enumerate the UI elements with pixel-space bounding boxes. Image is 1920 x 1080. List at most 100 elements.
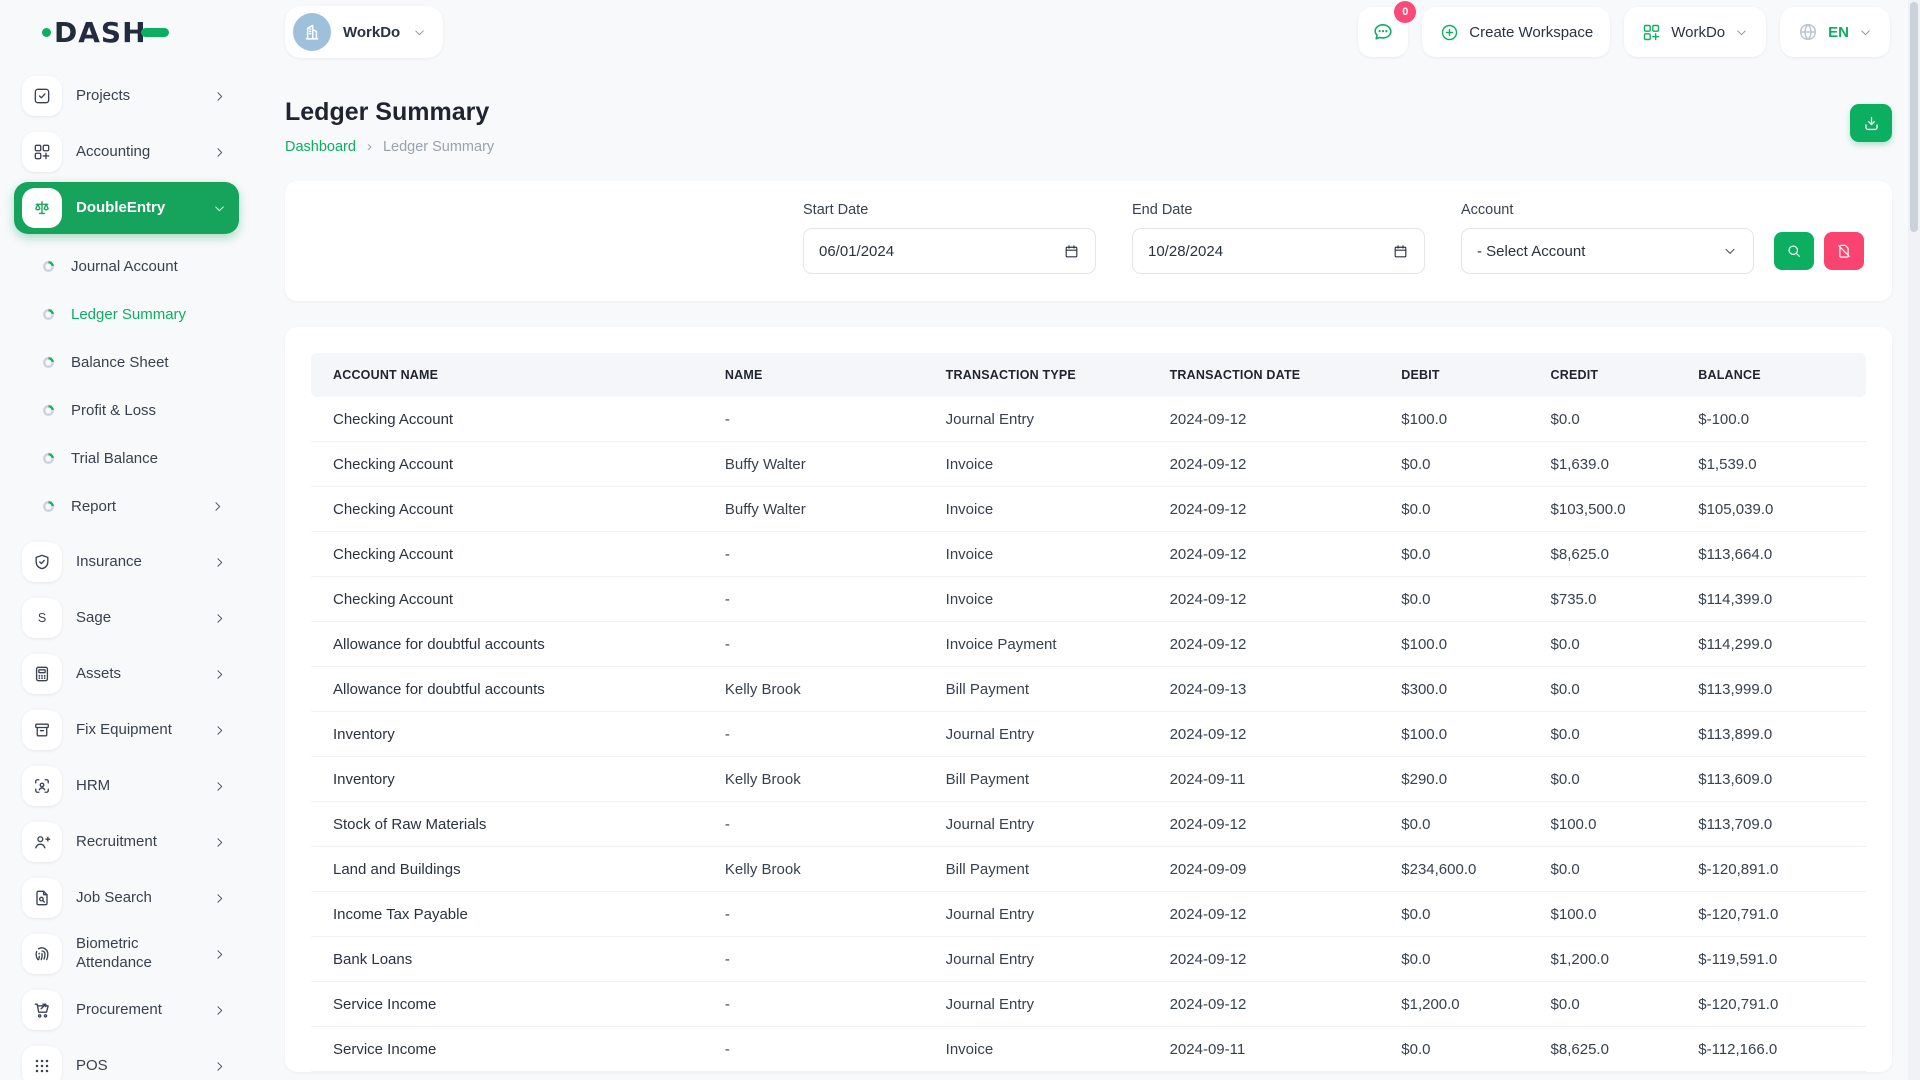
start-date-value: 06/01/2024 [819, 243, 894, 260]
table-row: Land and BuildingsKelly BrookBill Paymen… [311, 847, 1866, 892]
cell-transaction-type: Bill Payment [924, 757, 1148, 802]
workdo-menu-label: WorkDo [1671, 24, 1725, 41]
cell-transaction-date: 2024-09-12 [1148, 622, 1380, 667]
table-row: Checking Account-Invoice2024-09-12$0.0$8… [311, 532, 1866, 577]
account-select[interactable]: - Select Account [1461, 228, 1754, 274]
filter-card: Start Date 06/01/2024 End Date 10/28/202… [285, 181, 1892, 301]
sidebar-item-job-search[interactable]: Job Search [14, 872, 239, 924]
bullet-icon [43, 261, 54, 272]
sidebar-item-pos[interactable]: POS [14, 1040, 239, 1080]
cell-transaction-type: Journal Entry [924, 937, 1148, 982]
cell-credit: $100.0 [1529, 802, 1677, 847]
cell-transaction-date: 2024-09-12 [1148, 487, 1380, 532]
letter-s-icon: S [22, 598, 62, 638]
scrollbar[interactable] [1908, 0, 1920, 1080]
sidebar-subitem-label: Journal Account [71, 258, 225, 275]
workspace-switcher[interactable]: WorkDo [285, 6, 443, 58]
sidebar-subitem-report[interactable]: Report [14, 482, 239, 530]
download-button[interactable] [1850, 104, 1892, 142]
chevron-right-icon [212, 947, 227, 962]
cell-transaction-type: Invoice [924, 1027, 1148, 1072]
cell-transaction-type: Journal Entry [924, 802, 1148, 847]
sidebar-submenu-doubleentry: Journal Account Ledger SummaryBalance She… [14, 238, 239, 536]
start-date-input[interactable]: 06/01/2024 [803, 228, 1096, 274]
calendar-icon [1392, 243, 1409, 260]
sidebar-item-sage[interactable]: SSage [14, 592, 239, 644]
sidebar-subitem-profit-loss[interactable]: Profit & Loss [14, 386, 239, 434]
ledger-table-card: ACCOUNT NAMENAMETRANSACTION TYPETRANSACT… [285, 327, 1892, 1072]
sidebar-item-procurement[interactable]: Procurement [14, 984, 239, 1036]
cell-credit: $1,200.0 [1529, 937, 1677, 982]
cell-transaction-date: 2024-09-12 [1148, 802, 1380, 847]
cell-debit: $100.0 [1379, 622, 1528, 667]
cell-debit: $290.0 [1379, 757, 1528, 802]
cell-credit: $735.0 [1529, 577, 1677, 622]
shield-check-icon [22, 542, 62, 582]
table-row: Checking AccountBuffy WalterInvoice2024-… [311, 487, 1866, 532]
sidebar-item-accounting[interactable]: Accounting [14, 126, 239, 178]
search-button[interactable] [1774, 232, 1814, 270]
cell-account-name: Checking Account [311, 442, 703, 487]
cell-transaction-date: 2024-09-09 [1148, 847, 1380, 892]
start-date-label: Start Date [803, 202, 1096, 218]
sidebar-item-hrm[interactable]: HRM [14, 760, 239, 812]
cell-transaction-type: Journal Entry [924, 892, 1148, 937]
page-head: Ledger Summary Dashboard › Ledger Summar… [285, 98, 1892, 155]
workdo-menu-button[interactable]: WorkDo [1624, 7, 1766, 57]
cell-account-name: Income Tax Payable [311, 892, 703, 937]
table-row: Stock of Raw Materials-Journal Entry2024… [311, 802, 1866, 847]
sidebar-subitem-ledger-summary[interactable]: Ledger Summary [14, 290, 239, 338]
ledger-table: ACCOUNT NAMENAMETRANSACTION TYPETRANSACT… [311, 353, 1866, 1072]
sidebar-item-fix-equipment[interactable]: Fix Equipment [14, 704, 239, 756]
cell-balance: $-112,166.0 [1676, 1027, 1866, 1072]
svg-text:S: S [38, 611, 46, 625]
column-header-transaction-type: TRANSACTION TYPE [924, 353, 1148, 397]
cell-transaction-date: 2024-09-12 [1148, 442, 1380, 487]
create-workspace-button[interactable]: Create Workspace [1422, 7, 1610, 57]
app-window: DASH WorkDo 0 Create Workspace WorkDo [0, 0, 1920, 1080]
messages-button[interactable]: 0 [1358, 7, 1408, 57]
logo-dot-icon [42, 28, 51, 37]
page-title: Ledger Summary [285, 98, 494, 127]
language-button[interactable]: EN [1780, 7, 1890, 57]
sidebar-item-doubleentry[interactable]: DoubleEntry [14, 182, 239, 234]
create-workspace-label: Create Workspace [1469, 24, 1593, 41]
column-header-balance: BALANCE [1676, 353, 1866, 397]
sidebar-subitem-trial-balance[interactable]: Trial Balance [14, 434, 239, 482]
table-row: Checking Account-Journal Entry2024-09-12… [311, 397, 1866, 442]
file-slash-icon [1835, 242, 1853, 260]
cell-transaction-date: 2024-09-12 [1148, 532, 1380, 577]
cell-name: - [703, 532, 924, 577]
breadcrumb-current: Ledger Summary [383, 139, 494, 155]
app-logo[interactable]: DASH [42, 16, 169, 49]
cell-name: Buffy Walter [703, 487, 924, 532]
table-row: Service Income-Journal Entry2024-09-12$1… [311, 982, 1866, 1027]
cell-name: - [703, 892, 924, 937]
table-row: Allowance for doubtful accountsKelly Bro… [311, 667, 1866, 712]
cell-transaction-date: 2024-09-12 [1148, 937, 1380, 982]
sidebar-item-projects[interactable]: Projects [14, 70, 239, 122]
sidebar-item-biometric-attendance[interactable]: Biometric Attendance [14, 928, 239, 980]
chevron-right-icon [212, 555, 227, 570]
reset-filter-button[interactable] [1824, 232, 1864, 270]
sidebar-item-insurance[interactable]: Insurance [14, 536, 239, 588]
sidebar-item-assets[interactable]: Assets [14, 648, 239, 700]
sidebar-subitem-journal-account[interactable]: Journal Account [14, 242, 239, 290]
cell-account-name: Checking Account [311, 487, 703, 532]
language-label: EN [1828, 24, 1849, 41]
sidebar-item-recruitment[interactable]: Recruitment [14, 816, 239, 868]
document-search-icon [22, 878, 62, 918]
fingerprint-icon [22, 934, 62, 974]
sidebar-item-label: Fix Equipment [76, 721, 198, 740]
scrollbar-thumb[interactable] [1910, 2, 1918, 232]
search-icon [1785, 242, 1803, 260]
cell-transaction-date: 2024-09-11 [1148, 1027, 1380, 1072]
cell-transaction-type: Invoice [924, 577, 1148, 622]
sidebar-subitem-balance-sheet[interactable]: Balance Sheet [14, 338, 239, 386]
breadcrumb-dashboard-link[interactable]: Dashboard [285, 139, 356, 155]
cell-balance: $114,299.0 [1676, 622, 1866, 667]
end-date-input[interactable]: 10/28/2024 [1132, 228, 1425, 274]
cell-transaction-type: Invoice [924, 487, 1148, 532]
cell-transaction-date: 2024-09-12 [1148, 397, 1380, 442]
cell-transaction-type: Invoice [924, 532, 1148, 577]
